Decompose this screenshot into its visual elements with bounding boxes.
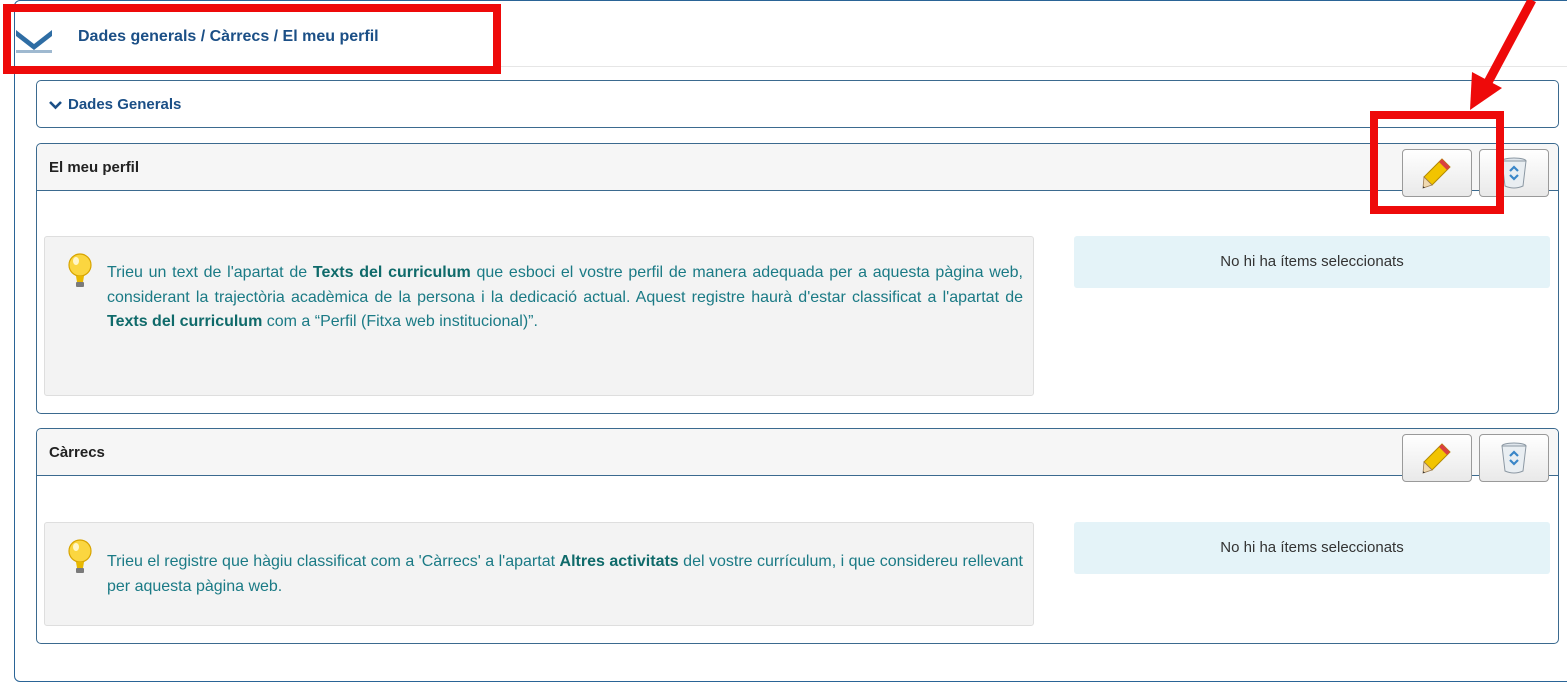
chevron-down-icon[interactable] (14, 24, 54, 54)
tip-text-part: Trieu el registre que hàgiu classificat … (107, 553, 560, 570)
profile-empty-selection: No hi ha ítems seleccionats (1074, 236, 1550, 288)
panel-header[interactable]: Dades Generals (37, 81, 1558, 127)
chevron-down-icon (49, 101, 62, 110)
edit-button[interactable] (1402, 149, 1472, 197)
pencil-icon (1422, 158, 1451, 189)
tip-text-part: com a “Perfil (Fitxa web institucional)”… (262, 313, 538, 330)
panel-title: Càrrecs (49, 444, 105, 461)
panel-title-text: Dades Generals (68, 96, 182, 113)
carrecs-tip-text: Trieu el registre que hàgiu classificat … (107, 550, 1023, 599)
recycle-bin-icon (1501, 157, 1527, 189)
breadcrumb[interactable]: Dades generals / Càrrecs / El meu perfil (78, 28, 379, 46)
link-texts-curriculum[interactable]: Texts del curriculum (107, 313, 262, 330)
delete-button[interactable] (1479, 434, 1549, 482)
panel-header: Càrrecs (37, 429, 1558, 482)
panel-title-dades-generals[interactable]: Dades Generals (49, 96, 181, 113)
delete-button[interactable] (1479, 149, 1549, 197)
panel-dades-generals[interactable]: Dades Generals (36, 80, 1559, 128)
profile-tip-box: Trieu un text de l'apartat de Texts del … (44, 236, 1034, 396)
link-altres-activitats[interactable]: Altres activitats (560, 553, 679, 570)
link-texts-curriculum[interactable]: Texts del curriculum (313, 264, 471, 281)
lightbulb-icon (68, 539, 92, 573)
carrecs-tip-box: Trieu el registre que hàgiu classificat … (44, 522, 1034, 626)
tip-text-part: Trieu un text de l'apartat de (107, 264, 313, 281)
profile-tip-text: Trieu un text de l'apartat de Texts del … (107, 261, 1023, 335)
recycle-bin-icon (1501, 442, 1527, 474)
edit-button[interactable] (1402, 434, 1472, 482)
pencil-icon (1422, 443, 1451, 474)
panel-header: El meu perfil (37, 144, 1558, 197)
lightbulb-icon (68, 253, 92, 287)
carrecs-empty-selection: No hi ha ítems seleccionats (1074, 522, 1550, 574)
panel-title: El meu perfil (49, 159, 140, 176)
